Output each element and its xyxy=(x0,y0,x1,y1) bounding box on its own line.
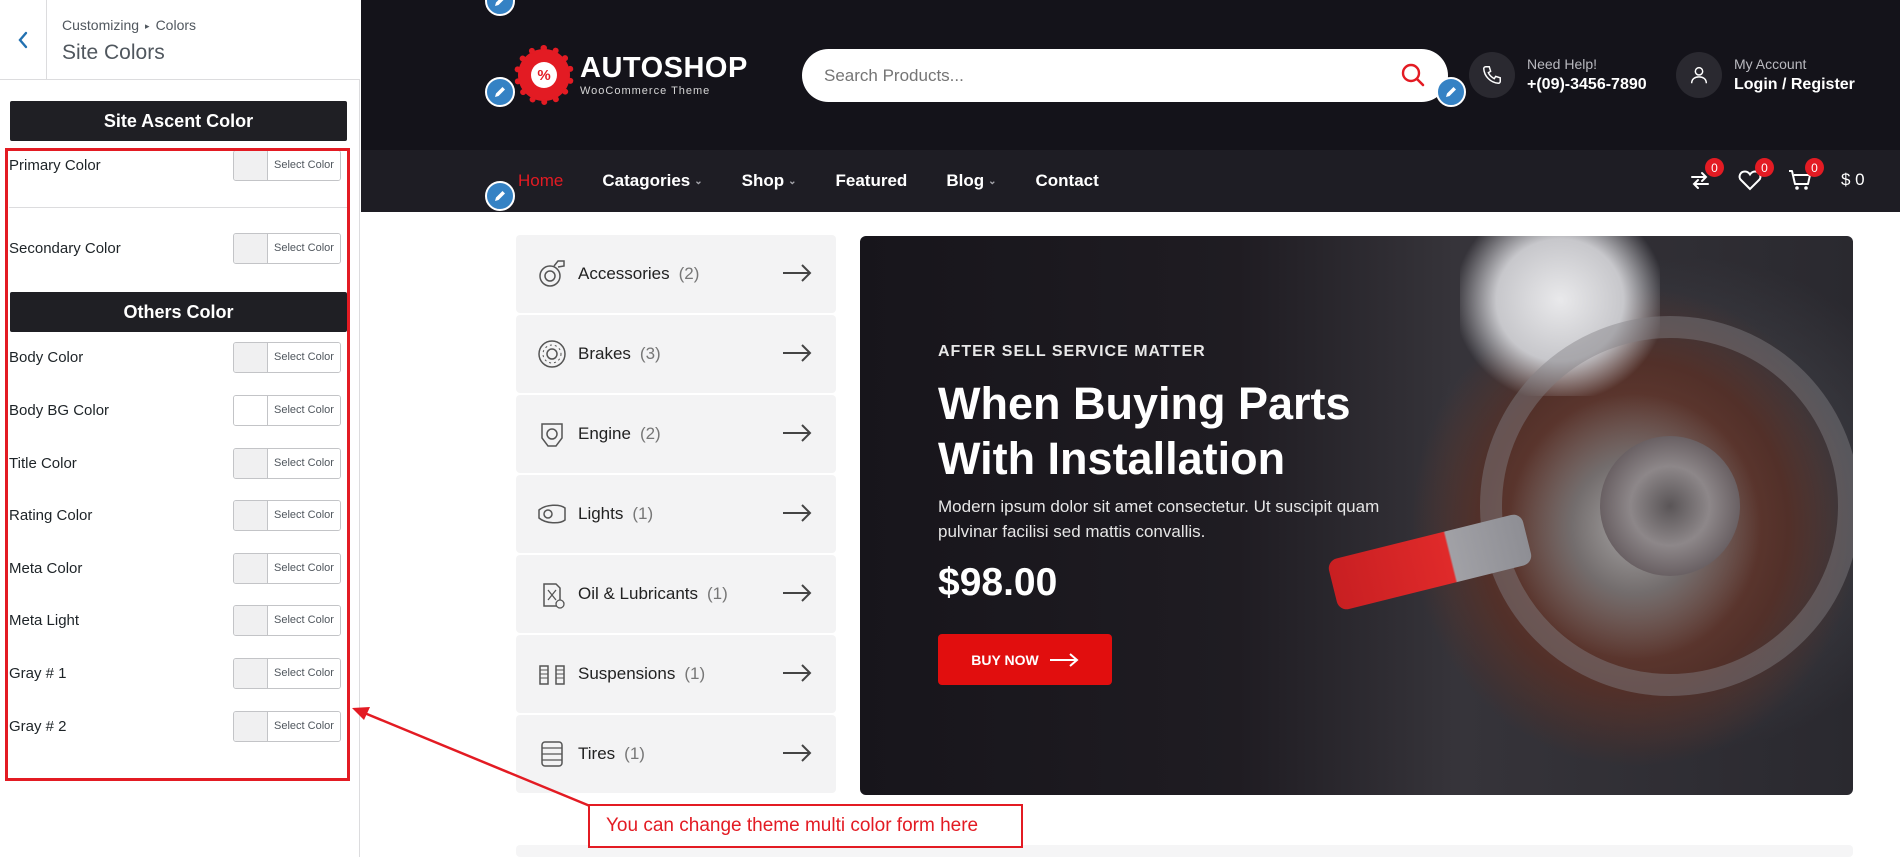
arrow-right-icon xyxy=(783,264,812,282)
help-label: Need Help! xyxy=(1527,56,1598,72)
nav-blog[interactable]: Blog ⌄ xyxy=(946,171,996,191)
category-count: (3) xyxy=(639,344,661,363)
hero-headline: When Buying Parts With Installation xyxy=(938,376,1458,486)
nav-home[interactable]: Home xyxy=(518,171,563,191)
wishlist-count-badge: 0 xyxy=(1755,158,1774,177)
arrow-right-icon xyxy=(783,584,812,602)
breadcrumb-separator: ▸ xyxy=(145,21,150,31)
nav-label: Shop xyxy=(741,171,785,190)
arrow-right-icon xyxy=(1049,652,1079,667)
category-name: Lights xyxy=(578,504,624,523)
category-item[interactable]: Engine (2) xyxy=(516,395,836,473)
category-count: (1) xyxy=(624,744,645,763)
customizer-panel: Customizing ▸ Colors Site Colors Site Asce… xyxy=(0,0,360,857)
hero-eyebrow: AFTER SELL SERVICE MATTER xyxy=(938,343,1206,360)
chevron-left-icon xyxy=(18,31,28,49)
logo-tagline: WooCommerce Theme xyxy=(580,84,711,97)
category-name: Accessories xyxy=(578,264,670,283)
category-item[interactable]: Suspensions (1) xyxy=(516,635,836,713)
category-count: (2) xyxy=(678,264,700,283)
hero-banner: AFTER SELL SERVICE MATTER When Buying Pa… xyxy=(860,236,1853,795)
brake-disc-icon xyxy=(536,338,568,370)
category-item[interactable]: Accessories (2) xyxy=(516,235,836,313)
breadcrumb: Customizing ▸ Colors xyxy=(62,17,196,33)
edit-shortcut-icon[interactable] xyxy=(485,77,515,107)
wishlist-button[interactable]: 0 xyxy=(1735,158,1774,195)
headlight-icon xyxy=(536,498,568,530)
category-name: Tires xyxy=(578,744,616,763)
arrow-right-icon xyxy=(783,344,812,362)
chevron-down-icon: ⌄ xyxy=(694,175,703,187)
phone-icon xyxy=(1469,52,1515,98)
gear-logo-icon: % xyxy=(514,45,574,105)
site-ascent-color-header: Site Ascent Color xyxy=(10,101,347,141)
hero-price: $98.00 xyxy=(938,561,1058,604)
nav-contact[interactable]: Contact xyxy=(1035,171,1098,191)
hero-description: Modern ipsum dolor sit amet consectetur.… xyxy=(938,497,1380,541)
logo-name: AUTOSHOP xyxy=(580,51,748,84)
hero-headline-line-2: With Installation xyxy=(938,433,1286,484)
arrow-right-icon xyxy=(783,424,812,442)
cart-total[interactable]: $ 0 xyxy=(1841,170,1865,190)
customizer-header: Customizing ▸ Colors Site Colors xyxy=(0,0,360,80)
oil-can-icon xyxy=(536,578,568,610)
category-item[interactable]: Brakes (3) xyxy=(516,315,836,393)
turbo-icon xyxy=(536,258,568,290)
annotation-callout: You can change theme multi color form he… xyxy=(588,804,1023,848)
suspension-icon xyxy=(536,658,568,690)
product-search[interactable] xyxy=(802,49,1448,102)
category-count: (1) xyxy=(707,584,728,603)
account-link[interactable]: My Account Login / Register xyxy=(1676,52,1855,98)
category-item[interactable]: Oil & Lubricants (1) xyxy=(516,555,836,633)
edit-shortcut-icon[interactable] xyxy=(1436,77,1466,107)
search-input[interactable] xyxy=(824,65,1384,86)
arrow-right-icon xyxy=(783,504,812,522)
help-phone[interactable]: +(09)-3456-7890 xyxy=(1527,76,1647,94)
back-button[interactable] xyxy=(0,0,47,80)
panel-title: Site Colors xyxy=(62,41,165,64)
site-logo[interactable]: % AUTOSHOP WooCommerce Theme xyxy=(514,45,748,105)
breadcrumb-section: Colors xyxy=(155,17,197,33)
highlight-box xyxy=(5,148,350,781)
cart-count-badge: 0 xyxy=(1805,158,1824,177)
search-icon[interactable] xyxy=(1400,62,1426,88)
category-name: Suspensions xyxy=(578,664,676,683)
category-count: (1) xyxy=(684,664,706,683)
login-register-link[interactable]: Login / Register xyxy=(1734,76,1855,94)
engine-icon xyxy=(536,418,568,450)
category-count: (1) xyxy=(632,504,654,523)
category-item[interactable]: Tires (1) xyxy=(516,715,836,793)
nav-featured[interactable]: Featured xyxy=(836,171,908,191)
arrow-right-icon xyxy=(783,744,812,762)
compare-count-badge: 0 xyxy=(1705,158,1724,177)
cart-button[interactable]: 0 xyxy=(1785,158,1824,195)
help-contact[interactable]: Need Help! +(09)-3456-7890 xyxy=(1469,52,1647,98)
nav-catagories[interactable]: Catagories ⌄ xyxy=(602,171,702,191)
category-name: Oil & Lubricants xyxy=(578,584,698,603)
breadcrumb-root: Customizing xyxy=(62,17,140,33)
compare-button[interactable]: 0 xyxy=(1685,158,1724,195)
category-count: (2) xyxy=(639,424,661,443)
nav-label: Blog xyxy=(946,171,985,190)
chevron-down-icon: ⌄ xyxy=(988,175,997,187)
category-name: Brakes xyxy=(578,344,631,363)
header-actions: 0 0 0 $ 0 xyxy=(1685,158,1865,195)
main-menu: Home Catagories ⌄ Shop ⌄ Featured Blog ⌄ Co… xyxy=(518,150,1099,212)
chevron-down-icon: ⌄ xyxy=(788,175,797,187)
account-label: My Account xyxy=(1734,56,1807,72)
buy-now-label: BUY NOW xyxy=(971,651,1039,668)
edit-shortcut-icon[interactable] xyxy=(485,181,515,211)
hero-image-hub xyxy=(1600,436,1740,576)
nav-shop[interactable]: Shop ⌄ xyxy=(742,171,797,191)
category-name: Engine xyxy=(578,424,631,443)
nav-label: Catagories xyxy=(602,171,691,190)
user-icon xyxy=(1676,52,1722,98)
arrow-right-icon xyxy=(783,664,812,682)
hero-headline-line-1: When Buying Parts xyxy=(938,378,1351,429)
category-item[interactable]: Lights (1) xyxy=(516,475,836,553)
buy-now-button[interactable]: BUY NOW xyxy=(938,634,1112,685)
site-preview: % AUTOSHOP WooCommerce Theme Need Help! … xyxy=(361,0,1900,857)
tire-icon xyxy=(536,738,568,770)
